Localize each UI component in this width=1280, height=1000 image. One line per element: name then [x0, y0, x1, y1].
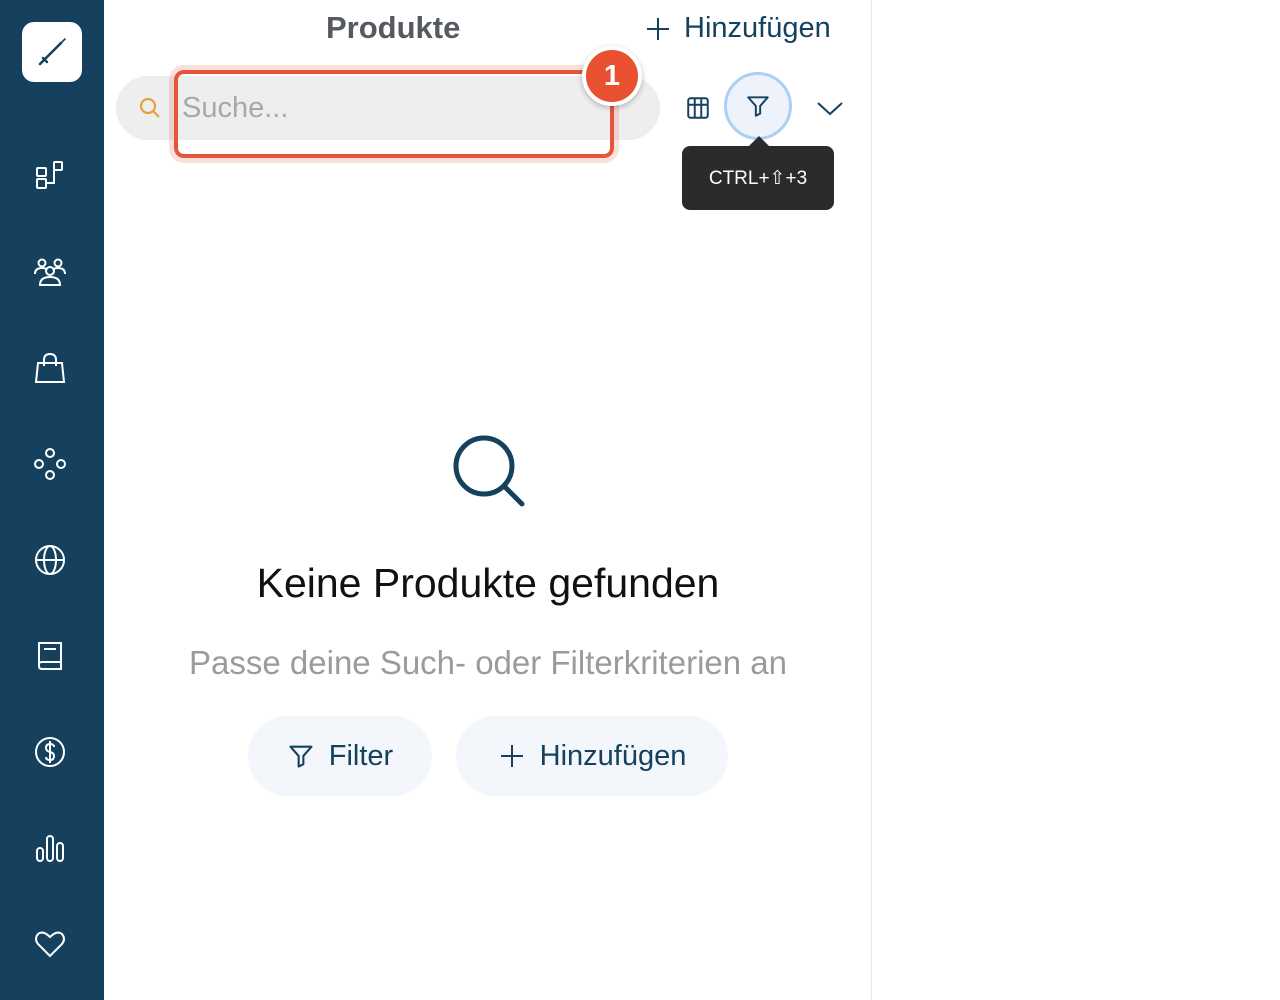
filter-icon — [289, 745, 313, 768]
filter-button[interactable] — [724, 72, 792, 140]
table-view-button[interactable] — [680, 88, 716, 128]
shopping-bag-icon — [34, 352, 66, 383]
products-panel: Produkte Hinzufügen 1 CTRL+⇧+3 Keine Pro… — [104, 0, 872, 1000]
dollar-icon — [35, 737, 65, 767]
sidebar-item-reports[interactable] — [22, 820, 78, 876]
sidebar-item-book[interactable] — [22, 628, 78, 684]
sidebar-item-network[interactable] — [22, 436, 78, 492]
sidebar-item-favorites[interactable] — [22, 916, 78, 972]
search-icon — [139, 97, 160, 118]
header-add-label: Hinzufügen — [684, 12, 831, 44]
chevron-down-icon — [817, 102, 843, 116]
workflow-icon — [36, 161, 63, 189]
search-bar[interactable] — [116, 76, 660, 140]
app-logo[interactable] — [22, 22, 82, 82]
team-icon — [34, 258, 66, 286]
plus-icon — [647, 17, 669, 40]
empty-state-subtitle: Passe deine Such- oder Filterkriterien a… — [189, 644, 787, 681]
globe-icon — [35, 545, 65, 575]
empty-search-icon — [453, 435, 525, 507]
detail-area — [873, 0, 1280, 1000]
sidebar-item-workflow[interactable] — [22, 148, 78, 204]
sidebar-item-finance[interactable] — [22, 724, 78, 780]
page-title: Produkte — [326, 10, 461, 45]
filter-shortcut-tooltip: CTRL+⇧+3 — [682, 136, 834, 210]
sword-logo-icon — [38, 38, 66, 66]
header-add-button[interactable]: Hinzufügen — [644, 12, 831, 45]
heart-icon — [35, 931, 65, 958]
empty-state-title: Keine Produkte gefunden — [256, 560, 720, 606]
table-icon — [687, 97, 709, 119]
empty-add-button[interactable]: Hinzufügen — [456, 716, 728, 796]
empty-filter-label: Filter — [328, 739, 394, 772]
plus-icon — [500, 745, 523, 767]
bar-chart-icon — [36, 835, 64, 862]
step-badge: 1 — [582, 46, 642, 106]
sidebar-item-products[interactable] — [22, 340, 78, 396]
book-icon — [38, 642, 62, 670]
sidebar-item-team[interactable] — [22, 244, 78, 300]
filter-icon — [747, 96, 769, 117]
more-dropdown-button[interactable] — [810, 88, 850, 128]
sidebar-item-globe[interactable] — [22, 532, 78, 588]
network-icon — [34, 448, 66, 480]
search-input[interactable] — [182, 76, 622, 140]
empty-add-label: Hinzufügen — [539, 739, 687, 772]
empty-filter-button[interactable]: Filter — [248, 716, 432, 796]
sidebar — [0, 0, 104, 1000]
